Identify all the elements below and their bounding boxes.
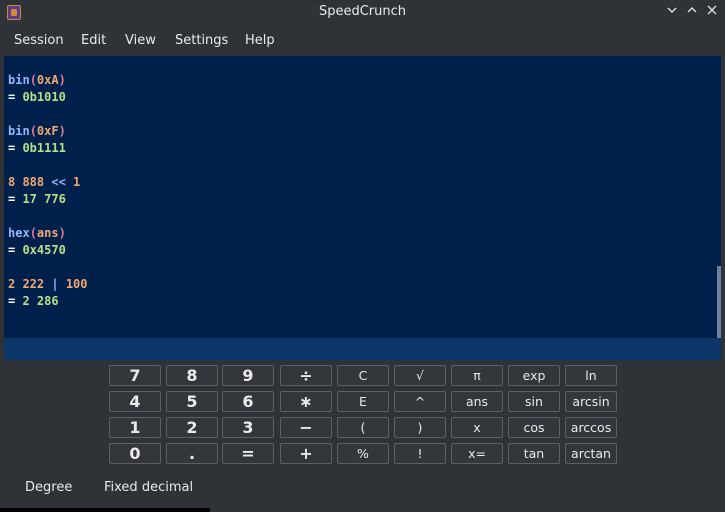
key-7-button[interactable]: 7 bbox=[109, 365, 161, 386]
key-sin-button[interactable]: sin bbox=[508, 391, 560, 412]
chevron-down-icon bbox=[667, 7, 677, 13]
expression-token: ( bbox=[29, 73, 37, 87]
history-result[interactable]: = 17 776 bbox=[8, 192, 66, 207]
key-exp-button[interactable]: exp bbox=[508, 365, 560, 386]
close-button[interactable] bbox=[703, 3, 721, 21]
key-pi-button[interactable]: π bbox=[451, 365, 503, 386]
result-equals-sign: = bbox=[8, 294, 23, 308]
window-title: SpeedCrunch bbox=[318, 4, 407, 19]
key-ln-button[interactable]: ln bbox=[565, 365, 617, 386]
history-result[interactable]: = 2 286 bbox=[8, 294, 59, 309]
key-2-button[interactable]: 2 bbox=[166, 417, 218, 438]
expression-token: ( bbox=[29, 124, 37, 138]
result-value: 0b1111 bbox=[22, 141, 66, 155]
key-multiply-button[interactable]: ∗ bbox=[280, 391, 332, 412]
result-value: 0x4570 bbox=[22, 243, 66, 257]
key-cos-button[interactable]: cos bbox=[508, 417, 560, 438]
history-expression[interactable]: hex(ans) bbox=[8, 226, 66, 241]
display-scrollbar[interactable] bbox=[717, 266, 721, 338]
expression-token: 2 222 bbox=[8, 277, 45, 291]
key-6-button[interactable]: 6 bbox=[222, 391, 274, 412]
key-ans-button[interactable]: ans bbox=[451, 391, 503, 412]
key-close-paren-button[interactable]: ) bbox=[394, 417, 446, 438]
key-arctan-button[interactable]: arctan bbox=[565, 443, 617, 464]
expression-token: 8 888 bbox=[8, 175, 45, 189]
maximize-button[interactable] bbox=[683, 3, 701, 21]
key-arccos-button[interactable]: arccos bbox=[565, 417, 617, 438]
expression-token: hex bbox=[8, 226, 30, 240]
history-expression[interactable]: 2 222 | 100 bbox=[8, 277, 88, 292]
chevron-up-icon bbox=[687, 7, 697, 13]
key-assign-x-button[interactable]: x= bbox=[451, 443, 503, 464]
key-factorial-button[interactable]: ! bbox=[394, 443, 446, 464]
key-tan-button[interactable]: tan bbox=[508, 443, 560, 464]
expression-editor[interactable] bbox=[4, 338, 721, 360]
key-minus-button[interactable]: − bbox=[280, 417, 332, 438]
minimize-button[interactable] bbox=[663, 3, 681, 21]
key-4-button[interactable]: 4 bbox=[109, 391, 161, 412]
key-open-paren-button[interactable]: ( bbox=[337, 417, 389, 438]
key-divide-button[interactable]: ÷ bbox=[280, 365, 332, 386]
key-equals-button[interactable]: = bbox=[222, 443, 274, 464]
history-result[interactable]: = 0x4570 bbox=[8, 243, 66, 258]
menu-edit[interactable]: Edit bbox=[81, 33, 106, 48]
result-equals-sign: = bbox=[8, 90, 23, 104]
expression-token: ans bbox=[36, 226, 59, 240]
expression-token: ) bbox=[58, 124, 66, 138]
result-value: 2 286 bbox=[22, 294, 59, 308]
result-equals-sign: = bbox=[8, 243, 23, 257]
key-0-button[interactable]: 0 bbox=[109, 443, 161, 464]
expression-token: | bbox=[44, 277, 66, 291]
title-bar: SpeedCrunch bbox=[0, 0, 725, 26]
history-result[interactable]: = 0b1111 bbox=[8, 141, 66, 156]
key-exponent-button[interactable]: E bbox=[337, 391, 389, 412]
key-power-button[interactable]: ^ bbox=[394, 391, 446, 412]
expression-token: 0xA bbox=[36, 73, 59, 87]
expression-token: ) bbox=[58, 73, 66, 87]
key-percent-button[interactable]: % bbox=[337, 443, 389, 464]
key-plus-button[interactable]: + bbox=[280, 443, 332, 464]
history-result[interactable]: = 0b1010 bbox=[8, 90, 66, 105]
close-icon bbox=[707, 5, 717, 15]
history-expression[interactable]: bin(0xF) bbox=[8, 124, 66, 139]
menu-help[interactable]: Help bbox=[245, 33, 275, 48]
expression-token: bin bbox=[8, 124, 30, 138]
expression-token: << bbox=[44, 175, 74, 189]
expression-token: ) bbox=[58, 226, 66, 240]
window-bottom-edge bbox=[0, 508, 210, 512]
key-5-button[interactable]: 5 bbox=[166, 391, 218, 412]
menu-view[interactable]: View bbox=[125, 33, 156, 48]
expression-token: 0xF bbox=[36, 124, 59, 138]
key-decimal-point-button[interactable]: . bbox=[166, 443, 218, 464]
expression-token: ( bbox=[29, 226, 37, 240]
history-expression[interactable]: bin(0xA) bbox=[8, 73, 66, 88]
expression-token: bin bbox=[8, 73, 30, 87]
key-clear-button[interactable]: C bbox=[337, 365, 389, 386]
key-sqrt-button[interactable]: √ bbox=[394, 365, 446, 386]
key-3-button[interactable]: 3 bbox=[222, 417, 274, 438]
result-equals-sign: = bbox=[8, 192, 23, 206]
key-x-button[interactable]: x bbox=[451, 417, 503, 438]
status-bar: Degree Fixed decimal bbox=[0, 472, 725, 504]
history-expression[interactable]: 8 888 << 1 bbox=[8, 175, 80, 190]
result-format-indicator[interactable]: Fixed decimal bbox=[104, 480, 193, 495]
result-value: 0b1010 bbox=[22, 90, 66, 104]
expression-token: 100 bbox=[65, 277, 88, 291]
result-equals-sign: = bbox=[8, 141, 23, 155]
menu-session[interactable]: Session bbox=[14, 33, 64, 48]
result-display[interactable]: bin(0xA) = 0b1010 bin(0xF) = 0b1111 8 888 <<… bbox=[4, 56, 721, 338]
menu-settings[interactable]: Settings bbox=[175, 33, 228, 48]
expression-token: 1 bbox=[73, 175, 81, 189]
key-9-button[interactable]: 9 bbox=[222, 365, 274, 386]
menu-bar: Session Edit View Settings Help bbox=[0, 28, 725, 55]
key-arcsin-button[interactable]: arcsin bbox=[565, 391, 617, 412]
result-value: 17 776 bbox=[22, 192, 66, 206]
key-1-button[interactable]: 1 bbox=[109, 417, 161, 438]
key-8-button[interactable]: 8 bbox=[166, 365, 218, 386]
angle-mode-indicator[interactable]: Degree bbox=[25, 480, 72, 495]
